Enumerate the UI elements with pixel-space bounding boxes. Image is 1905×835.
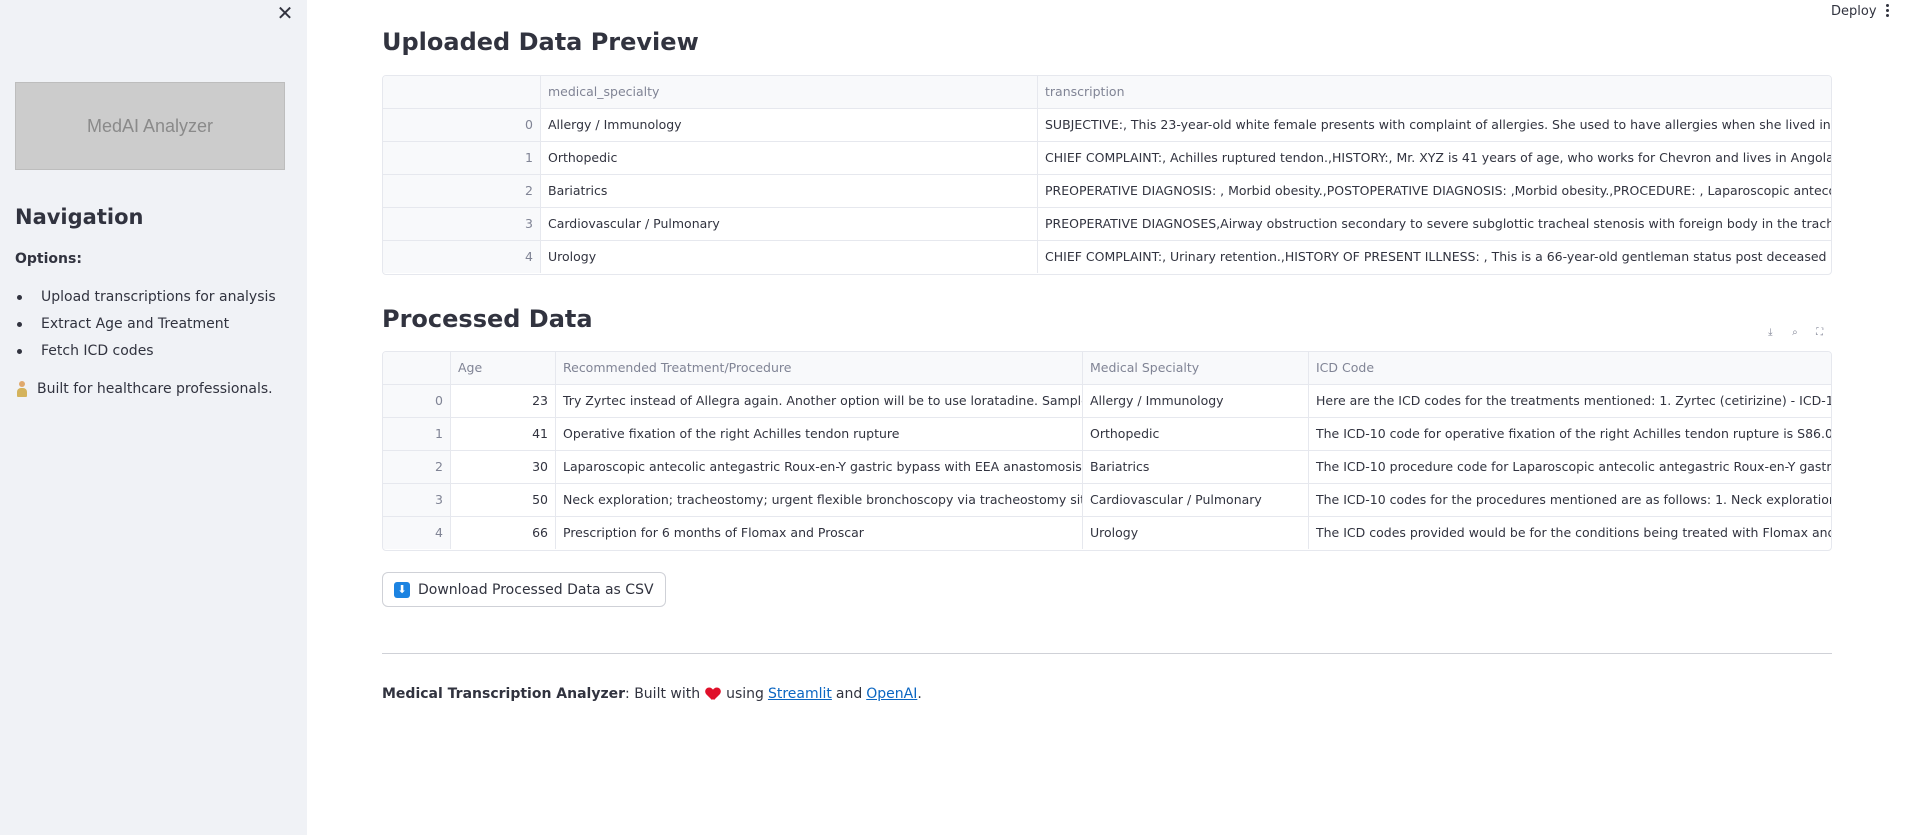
table-cell[interactable]: 66 (451, 517, 556, 549)
table-header-row: Age Recommended Treatment/Procedure Medi… (383, 352, 1831, 385)
footer-and: and (835, 686, 863, 702)
built-for-note: Built for healthcare professionals. (15, 381, 273, 397)
footer-using: using (726, 686, 764, 702)
table-row[interactable]: 4 66 Prescription for 6 months of Flomax… (383, 517, 1831, 550)
download-csv-label: Download Processed Data as CSV (418, 581, 654, 598)
table-cell[interactable]: 30 (451, 451, 556, 483)
table-cell[interactable]: Orthopedic (541, 142, 1038, 174)
download-icon[interactable]: ⤓ (1761, 324, 1779, 342)
logo-text: MedAI Analyzer (86, 115, 214, 136)
row-index: 0 (383, 109, 541, 141)
table-row[interactable]: 1 41 Operative fixation of the right Ach… (383, 418, 1831, 451)
table-toolbar: ⤓ ⌕ ⛶ (1758, 322, 1832, 344)
row-index: 3 (383, 484, 451, 516)
app-logo: MedAI Analyzer (15, 82, 285, 170)
option-item-upload: Upload transcriptions for analysis (15, 287, 276, 314)
column-header-age[interactable]: Age (451, 352, 556, 384)
table-cell[interactable]: Urology (541, 241, 1038, 273)
download-arrow-icon: ⬇ (394, 581, 410, 598)
table-header-row: medical_specialty transcription (383, 76, 1831, 109)
person-icon (15, 381, 29, 397)
table-cell[interactable]: 41 (451, 418, 556, 450)
row-index: 2 (383, 451, 451, 483)
table-cell[interactable]: Cardiovascular / Pulmonary (541, 208, 1038, 240)
table-cell[interactable]: The ICD-10 procedure code for Laparoscop… (1309, 451, 1831, 483)
table-cell[interactable]: CHIEF COMPLAINT:, Achilles ruptured tend… (1038, 142, 1831, 174)
table-cell[interactable]: PREOPERATIVE DIAGNOSES,Airway obstructio… (1038, 208, 1831, 240)
table-row[interactable]: 0 23 Try Zyrtec instead of Allegra again… (383, 385, 1831, 418)
table-cell[interactable]: Prescription for 6 months of Flomax and … (556, 517, 1083, 549)
table-cell[interactable]: Orthopedic (1083, 418, 1309, 450)
table-row[interactable]: 3 50 Neck exploration; tracheostomy; urg… (383, 484, 1831, 517)
uploaded-data-title: Uploaded Data Preview (382, 28, 699, 56)
fullscreen-icon[interactable]: ⛶ (1811, 324, 1829, 342)
table-cell[interactable]: Cardiovascular / Pulmonary (1083, 484, 1309, 516)
options-label: Options: (15, 251, 82, 267)
table-cell[interactable]: Bariatrics (1083, 451, 1309, 483)
openai-link[interactable]: OpenAI (866, 686, 917, 702)
options-list: Upload transcriptions for analysis Extra… (15, 287, 276, 368)
column-header-treatment[interactable]: Recommended Treatment/Procedure (556, 352, 1083, 384)
built-for-text: Built for healthcare professionals. (37, 381, 273, 397)
streamlit-link[interactable]: Streamlit (768, 686, 832, 702)
table-cell[interactable]: CHIEF COMPLAINT:, Urinary retention.,HIS… (1038, 241, 1831, 273)
uploaded-data-table[interactable]: medical_specialty transcription 0 Allerg… (382, 75, 1832, 275)
row-index: 2 (383, 175, 541, 207)
column-header-index[interactable] (383, 352, 451, 384)
navigation-heading: Navigation (15, 205, 144, 229)
table-cell[interactable]: The ICD-10 code for operative fixation o… (1309, 418, 1831, 450)
table-cell[interactable]: Allergy / Immunology (1083, 385, 1309, 417)
footer: Medical Transcription Analyzer : Built w… (382, 686, 922, 702)
sidebar: ✕ MedAI Analyzer Navigation Options: Upl… (0, 0, 307, 835)
table-cell[interactable]: 50 (451, 484, 556, 516)
row-index: 4 (383, 241, 541, 273)
option-item-icd: Fetch ICD codes (15, 341, 276, 368)
row-index: 3 (383, 208, 541, 240)
row-index: 1 (383, 418, 451, 450)
table-cell[interactable]: PREOPERATIVE DIAGNOSIS: , Morbid obesity… (1038, 175, 1831, 207)
download-csv-button[interactable]: ⬇ Download Processed Data as CSV (382, 572, 666, 607)
footer-period: . (917, 686, 922, 702)
footer-app-name: Medical Transcription Analyzer (382, 686, 626, 702)
search-icon[interactable]: ⌕ (1786, 324, 1804, 342)
heart-icon (706, 688, 720, 701)
table-cell[interactable]: Bariatrics (541, 175, 1038, 207)
column-header-index[interactable] (383, 76, 541, 108)
table-cell[interactable]: SUBJECTIVE:, This 23-year-old white fema… (1038, 109, 1831, 141)
row-index: 4 (383, 517, 451, 549)
deploy-button[interactable]: Deploy (1827, 2, 1881, 21)
option-item-extract: Extract Age and Treatment (15, 314, 276, 341)
table-row[interactable]: 3 Cardiovascular / Pulmonary PREOPERATIV… (383, 208, 1831, 241)
table-cell[interactable]: The ICD codes provided would be for the … (1309, 517, 1831, 549)
table-cell[interactable]: Try Zyrtec instead of Allegra again. Ano… (556, 385, 1083, 417)
processed-data-table[interactable]: Age Recommended Treatment/Procedure Medi… (382, 351, 1832, 551)
divider (382, 653, 1832, 654)
more-menu-icon[interactable] (1884, 4, 1890, 20)
column-header-icd-code[interactable]: ICD Code (1309, 352, 1831, 384)
table-cell[interactable]: Laparoscopic antecolic antegastric Roux-… (556, 451, 1083, 483)
table-row[interactable]: 2 30 Laparoscopic antecolic antegastric … (383, 451, 1831, 484)
close-icon[interactable]: ✕ (276, 3, 294, 23)
column-header-transcription[interactable]: transcription (1038, 76, 1831, 108)
column-header-medical-specialty[interactable]: medical_specialty (541, 76, 1038, 108)
column-header-specialty[interactable]: Medical Specialty (1083, 352, 1309, 384)
table-cell[interactable]: Operative fixation of the right Achilles… (556, 418, 1083, 450)
table-row[interactable]: 0 Allergy / Immunology SUBJECTIVE:, This… (383, 109, 1831, 142)
table-cell[interactable]: Allergy / Immunology (541, 109, 1038, 141)
table-row[interactable]: 4 Urology CHIEF COMPLAINT:, Urinary rete… (383, 241, 1831, 274)
row-index: 0 (383, 385, 451, 417)
processed-data-title: Processed Data (382, 305, 593, 333)
table-row[interactable]: 1 Orthopedic CHIEF COMPLAINT:, Achilles … (383, 142, 1831, 175)
row-index: 1 (383, 142, 541, 174)
table-cell[interactable]: The ICD-10 codes for the procedures ment… (1309, 484, 1831, 516)
footer-built-with: : Built with (625, 686, 701, 702)
table-cell[interactable]: Urology (1083, 517, 1309, 549)
table-cell[interactable]: Here are the ICD codes for the treatment… (1309, 385, 1831, 417)
table-cell[interactable]: 23 (451, 385, 556, 417)
table-cell[interactable]: Neck exploration; tracheostomy; urgent f… (556, 484, 1083, 516)
table-row[interactable]: 2 Bariatrics PREOPERATIVE DIAGNOSIS: , M… (383, 175, 1831, 208)
